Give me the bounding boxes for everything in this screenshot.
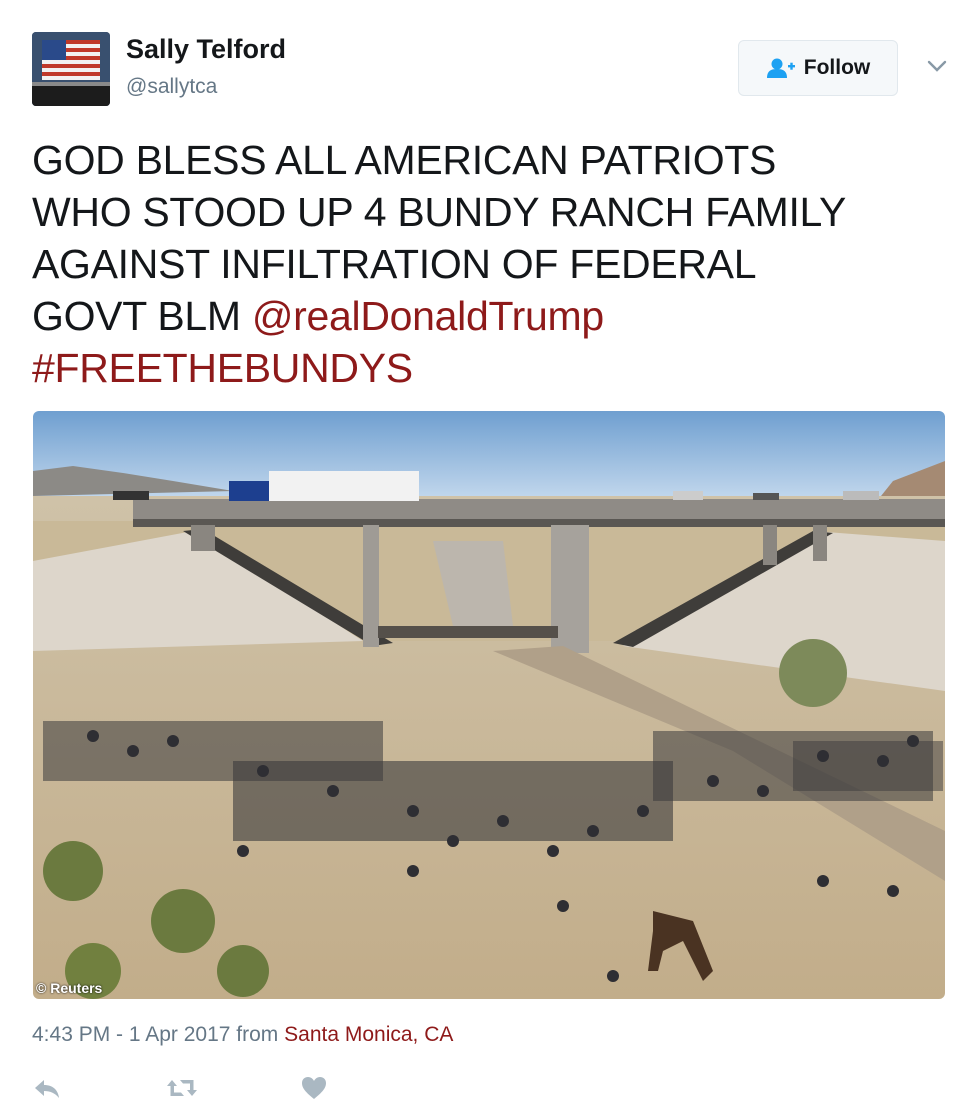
reply-icon (35, 1080, 59, 1098)
tweet-photo[interactable] (33, 411, 945, 999)
ranch-standoff-photo (33, 411, 945, 999)
user-handle[interactable]: @sallytca (126, 75, 217, 99)
tweet-location-link[interactable]: Santa Monica, CA (284, 1023, 453, 1046)
tweet-timestamp[interactable]: 4:43 PM - 1 Apr 2017 (32, 1023, 230, 1046)
tweet-text-line: GOD BLESS ALL AMERICAN PATRIOTS (32, 137, 777, 183)
chevron-down-icon (927, 60, 947, 72)
like-button[interactable] (300, 1074, 328, 1107)
user-display-name[interactable]: Sally Telford (126, 34, 286, 65)
tweet-meta: 4:43 PM - 1 Apr 2017 from Santa Monica, … (32, 1023, 453, 1047)
hashtag-link[interactable]: #FREETHEBUNDYS (32, 342, 952, 394)
tweet-text-line: GOVT BLM (32, 293, 252, 339)
add-user-icon (766, 58, 795, 78)
heart-icon (302, 1077, 326, 1099)
follow-button[interactable]: Follow (738, 40, 898, 96)
avatar-flag-image (32, 32, 110, 106)
retweet-icon (167, 1080, 197, 1096)
tweet-menu-button[interactable] (924, 56, 950, 76)
tweet-text-line: WHO STOOD UP 4 BUNDY RANCH FAMILY (32, 189, 847, 235)
tweet-text-line: AGAINST INFILTRATION OF FEDERAL (32, 241, 757, 287)
photo-credit: © Reuters (36, 980, 103, 996)
reply-button[interactable] (32, 1074, 62, 1107)
meta-from-label: from (230, 1023, 285, 1046)
avatar[interactable] (32, 32, 110, 106)
mention-link[interactable]: @realDonaldTrump (252, 293, 604, 339)
retweet-button[interactable] (164, 1074, 200, 1107)
tweet-text: GOD BLESS ALL AMERICAN PATRIOTS WHO STOO… (32, 134, 952, 394)
follow-button-label: Follow (803, 56, 871, 79)
